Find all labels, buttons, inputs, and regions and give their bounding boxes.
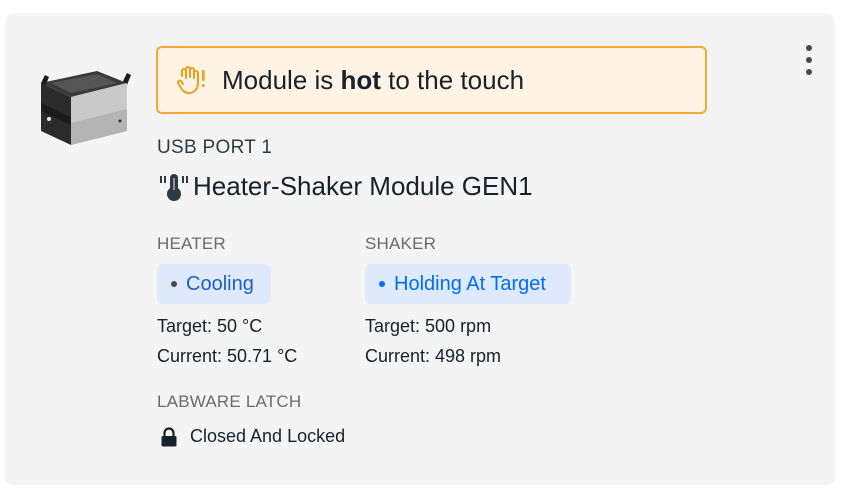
heater-status-badge: Cooling: [157, 264, 271, 304]
labware-latch-status-text: Closed And Locked: [190, 426, 346, 446]
module-card: Module is hot to the touch USB PORT 1 He…: [5, 13, 835, 485]
alert-message: Module is hot to the touch: [222, 65, 524, 96]
shaker-current: Current: 498 rpm: [365, 346, 502, 366]
module-name: Heater-Shaker Module GEN1: [193, 171, 533, 201]
shaker-section-label: SHAKER: [365, 234, 437, 253]
lock-icon: [161, 426, 177, 446]
heater-shaker-module-image: [41, 71, 131, 145]
usb-port-label: USB PORT 1: [157, 137, 273, 158]
alert-text-prefix: Module is: [222, 64, 341, 95]
hot-module-alert: Module is hot to the touch: [156, 46, 707, 114]
heater-current: Current: 50.71 °C: [157, 346, 298, 366]
alert-text-suffix: to the touch: [380, 64, 525, 95]
thermometer-icon: [160, 173, 188, 201]
status-dot: [379, 281, 385, 287]
heater-target: Target: 50 °C: [157, 316, 263, 336]
module-title: Heater-Shaker Module GEN1: [157, 171, 533, 202]
overflow-menu-button[interactable]: [793, 35, 825, 85]
overflow-menu-icon: [806, 45, 812, 75]
heater-status-text: Cooling: [186, 272, 254, 295]
labware-latch-section-label: LABWARE LATCH: [157, 392, 302, 411]
heater-section-label: HEATER: [157, 234, 226, 253]
status-dot: [171, 281, 177, 287]
labware-latch-status: Closed And Locked: [160, 426, 345, 447]
alert-text-bold: hot: [340, 64, 381, 95]
shaker-status-text: Holding At Target: [394, 272, 546, 295]
shaker-status-badge: Holding At Target: [365, 264, 571, 304]
hot-hand-warning-icon: [176, 64, 208, 96]
shaker-target: Target: 500 rpm: [365, 316, 492, 336]
